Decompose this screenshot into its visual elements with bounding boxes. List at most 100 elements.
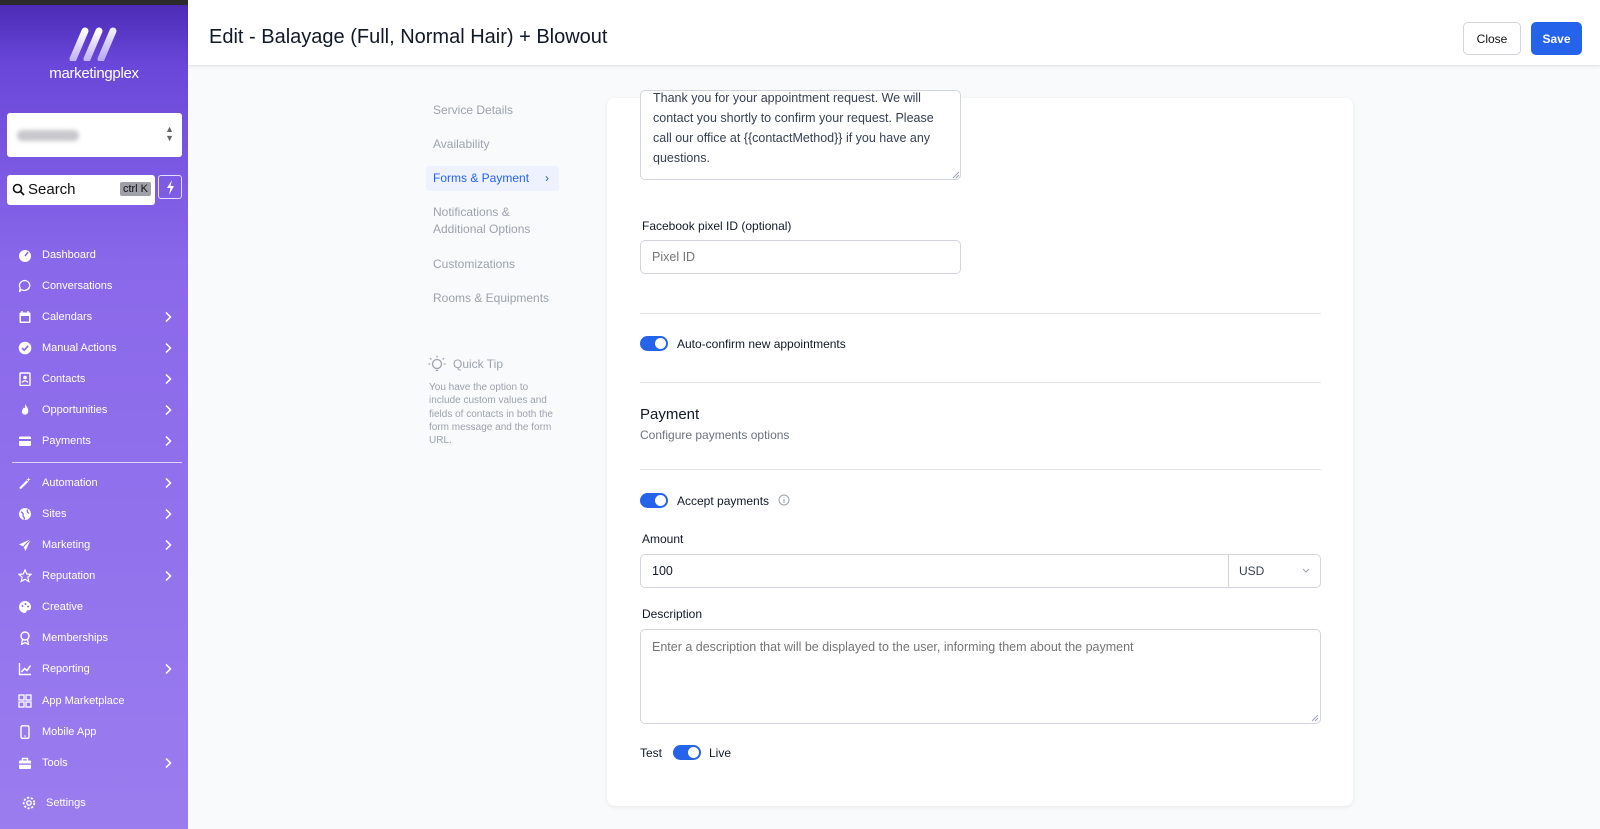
amount-input[interactable] [641, 555, 1228, 587]
flame-icon [21, 404, 29, 415]
auto-confirm-label: Auto-confirm new appointments [677, 337, 846, 351]
account-switcher[interactable]: ▲ ▼ [7, 113, 182, 157]
currency-select[interactable]: USD [1228, 555, 1321, 587]
sidebar-item-creative[interactable]: Creative [0, 593, 188, 621]
sidebar-item-payments[interactable]: Payments [0, 427, 188, 455]
chevron-right-icon [165, 342, 172, 354]
sidebar-item-marketing[interactable]: Marketing [0, 531, 188, 559]
page-header: Edit - Balayage (Full, Normal Hair) + Bl… [188, 0, 1600, 66]
divider [640, 313, 1321, 314]
calendar-icon [19, 311, 31, 323]
grid-icon [18, 694, 32, 708]
info-icon[interactable] [778, 494, 790, 506]
chevron-right-icon [165, 508, 172, 520]
sidebar-item-sites[interactable]: Sites [0, 500, 188, 528]
section-nav-label: Notifications & Additional Options [433, 205, 531, 236]
accept-payments-label: Accept payments [677, 494, 770, 508]
search-input[interactable]: Search ctrl K [7, 175, 155, 205]
award-icon [20, 631, 30, 645]
section-nav-label: Service Details [433, 103, 514, 117]
payment-section-title: Payment [640, 406, 700, 423]
sidebar-item-opportunities[interactable]: Opportunities [0, 396, 188, 424]
chevron-right-icon [165, 311, 172, 323]
star-icon [18, 569, 32, 583]
brand-name: marketingplex [49, 65, 139, 82]
confirmation-message-textarea[interactable]: Thank you for your appointment request. … [640, 90, 961, 180]
sidebar-item-label: Dashboard [42, 249, 96, 261]
section-nav-rooms-equipments[interactable]: Rooms & Equipments [426, 290, 559, 307]
confirmation-message-text: Thank you for your appointment request. … [653, 91, 934, 165]
updown-chevron-icon: ▲ ▼ [165, 124, 174, 143]
sidebar-item-label: Reporting [42, 663, 90, 675]
chevron-right-icon [165, 539, 172, 551]
sidebar-item-reporting[interactable]: Reporting [0, 655, 188, 683]
sidebar-item-dashboard[interactable]: Dashboard [0, 241, 188, 269]
sidebar-item-conversations[interactable]: Conversations [0, 272, 188, 300]
chevron-right-icon [165, 404, 172, 416]
sidebar-item-label: Manual Actions [42, 342, 117, 354]
section-nav-service-details[interactable]: Service Details [426, 102, 559, 119]
magic-wand-icon [19, 477, 31, 490]
description-textarea[interactable] [640, 629, 1321, 724]
sidebar-item-reputation[interactable]: Reputation [0, 562, 188, 590]
sidebar-item-label: Tools [42, 757, 68, 769]
sidebar: marketingplex ▲ ▼ Search ctrl K Dashboard… [0, 0, 188, 829]
sidebar-item-mobile-app[interactable]: Mobile App [0, 718, 188, 746]
section-nav-label: Rooms & Equipments [433, 291, 550, 305]
lightning-icon [167, 180, 174, 195]
section-nav-customizations[interactable]: Customizations [426, 256, 559, 273]
brand-logo-icon [69, 27, 117, 61]
payment-section-subtitle: Configure payments options [640, 428, 790, 442]
nav-divider [12, 462, 182, 463]
auto-confirm-toggle[interactable] [640, 336, 668, 351]
search-icon [12, 183, 25, 196]
resize-handle-icon[interactable] [952, 171, 960, 179]
gear-icon [22, 796, 36, 810]
chevron-right-icon [165, 663, 172, 675]
sidebar-item-app-marketplace[interactable]: App Marketplace [0, 687, 188, 715]
sidebar-item-calendars[interactable]: Calendars [0, 303, 188, 331]
sidebar-item-automation[interactable]: Automation [0, 469, 188, 497]
divider [640, 382, 1321, 383]
sidebar-item-label: Conversations [42, 280, 113, 292]
sidebar-item-tools[interactable]: Tools [0, 749, 188, 777]
palette-icon [19, 601, 31, 613]
lightbulb-icon [428, 355, 446, 372]
section-nav-forms-payment[interactable]: Forms & Payment › [426, 166, 559, 191]
sidebar-item-contacts[interactable]: Contacts [0, 365, 188, 393]
globe-icon [19, 508, 31, 520]
resize-handle-icon[interactable] [1311, 714, 1319, 722]
contact-card-icon [19, 372, 31, 386]
sidebar-item-label: Sites [42, 508, 67, 520]
quick-actions-button[interactable] [158, 175, 182, 199]
sidebar-item-label: Settings [46, 797, 86, 809]
credit-card-icon [19, 436, 31, 446]
chart-icon [18, 663, 32, 676]
chevron-right-icon [165, 435, 172, 447]
search-label: Search [28, 181, 76, 198]
mode-test-label: Test [640, 746, 663, 760]
section-nav-label: Customizations [433, 257, 516, 271]
pixel-id-input[interactable] [640, 240, 961, 274]
test-live-toggle[interactable] [673, 745, 701, 760]
sidebar-item-label: Mobile App [42, 726, 97, 738]
sidebar-item-label: Automation [42, 477, 98, 489]
section-nav-availability[interactable]: Availability [426, 136, 559, 153]
check-badge-icon [18, 341, 32, 355]
amount-field-group [640, 554, 1321, 588]
amount-label: Amount [642, 532, 684, 546]
chevron-right-icon: › [545, 171, 549, 185]
toolbox-icon [19, 757, 31, 769]
section-nav-notifications-additional-options[interactable]: Notifications & Additional Options [426, 204, 559, 238]
brand-logo[interactable]: marketingplex [0, 27, 188, 97]
sidebar-item-manual-actions[interactable]: Manual Actions [0, 334, 188, 362]
save-button[interactable]: Save [1531, 22, 1582, 55]
accept-payments-toggle[interactable] [640, 493, 668, 508]
sidebar-item-settings[interactable]: Settings [0, 789, 188, 817]
sidebar-item-memberships[interactable]: Memberships [0, 624, 188, 652]
paper-plane-icon [19, 538, 32, 551]
quick-tip-title: Quick Tip [453, 357, 504, 371]
sidebar-item-label: Opportunities [42, 404, 108, 416]
close-button[interactable]: Close [1463, 22, 1521, 55]
sidebar-item-label: Contacts [42, 373, 86, 385]
